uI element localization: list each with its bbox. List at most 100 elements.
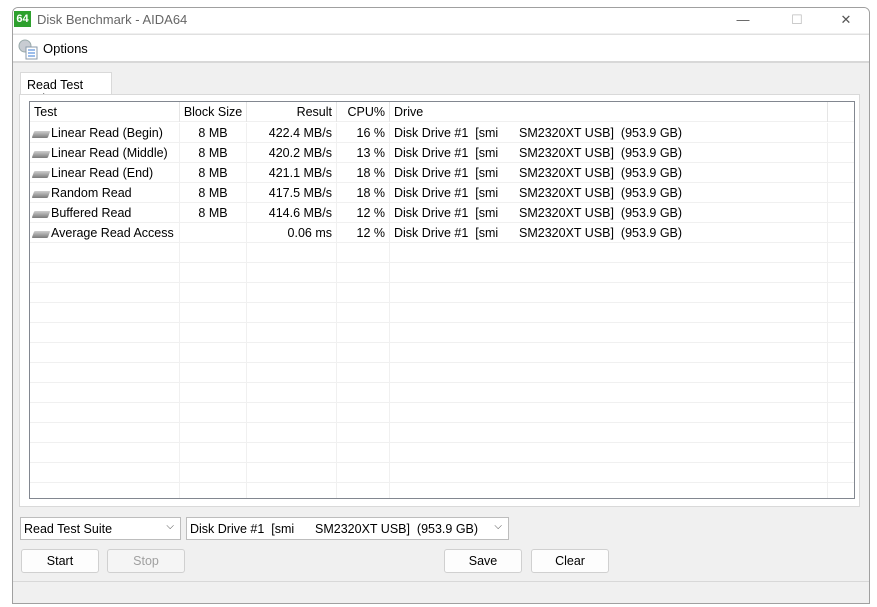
maximize-button[interactable]: ☐ bbox=[774, 8, 820, 33]
table-row[interactable]: Buffered Read 8 MB 414.6 MB/s 12 % Disk Driv… bbox=[30, 203, 854, 223]
table-row[interactable]: Linear Read (Middle) 8 MB 420.2 MB/s 13 % Di… bbox=[30, 143, 854, 163]
cell-block-size bbox=[180, 343, 247, 363]
options-gear-icon bbox=[18, 39, 38, 60]
cell-extra bbox=[828, 423, 854, 443]
table-row[interactable]: Average Read Access 0.06 ms 12 % Disk Drive… bbox=[30, 223, 854, 243]
drive-select[interactable]: Disk Drive #1 [smi SM2320XT USB] (953.9 … bbox=[186, 517, 509, 540]
cell-extra bbox=[828, 303, 854, 323]
drive-value: Disk Drive #1 [smi SM2320XT USB] (953.9 … bbox=[190, 522, 479, 536]
cell-extra bbox=[828, 203, 854, 223]
cell-cpu bbox=[337, 283, 390, 303]
cell-drive: Disk Drive #1 [smi SM2320XT USB] (953.9 … bbox=[390, 223, 828, 243]
cell-result bbox=[247, 483, 337, 498]
empty-row[interactable] bbox=[30, 343, 854, 363]
empty-row[interactable] bbox=[30, 283, 854, 303]
header-result[interactable]: Result bbox=[247, 102, 337, 122]
cell-result bbox=[247, 303, 337, 323]
empty-row[interactable] bbox=[30, 463, 854, 483]
header-cpu[interactable]: CPU% bbox=[337, 102, 390, 122]
empty-row[interactable] bbox=[30, 383, 854, 403]
tab-panel: Test Block Size Result CPU% Drive Linear Read… bbox=[19, 94, 860, 507]
empty-row[interactable] bbox=[30, 443, 854, 463]
empty-row[interactable] bbox=[30, 323, 854, 343]
cell-block-size bbox=[180, 383, 247, 403]
cell-block-size bbox=[180, 303, 247, 323]
header-test[interactable]: Test bbox=[30, 102, 180, 122]
test-name: Linear Read (End) bbox=[51, 166, 154, 180]
header-block-size[interactable]: Block Size bbox=[180, 102, 247, 122]
cell-block-size: 8 MB bbox=[180, 183, 247, 203]
cell-drive: Disk Drive #1 [smi SM2320XT USB] (953.9 … bbox=[390, 183, 828, 203]
cell-test bbox=[30, 383, 180, 403]
minimize-button[interactable]: — bbox=[720, 8, 766, 33]
cell-test bbox=[30, 243, 180, 263]
cell-cpu bbox=[337, 423, 390, 443]
test-name: Linear Read (Begin) bbox=[51, 126, 163, 140]
cell-cpu: 18 % bbox=[337, 183, 390, 203]
cell-test bbox=[30, 443, 180, 463]
cell-test bbox=[30, 303, 180, 323]
empty-row[interactable] bbox=[30, 423, 854, 443]
cell-drive bbox=[390, 383, 828, 403]
cell-result bbox=[247, 383, 337, 403]
cell-block-size bbox=[180, 243, 247, 263]
cell-drive bbox=[390, 283, 828, 303]
cell-extra bbox=[828, 363, 854, 383]
cell-drive: Disk Drive #1 [smi SM2320XT USB] (953.9 … bbox=[390, 163, 828, 183]
cell-extra bbox=[828, 143, 854, 163]
table-row[interactable]: Random Read 8 MB 417.5 MB/s 18 % Disk Drive … bbox=[30, 183, 854, 203]
cell-extra bbox=[828, 283, 854, 303]
empty-row[interactable] bbox=[30, 243, 854, 263]
empty-row[interactable] bbox=[30, 263, 854, 283]
cell-drive bbox=[390, 483, 828, 498]
cell-drive: Disk Drive #1 [smi SM2320XT USB] (953.9 … bbox=[390, 203, 828, 223]
cell-result bbox=[247, 423, 337, 443]
empty-row[interactable] bbox=[30, 483, 854, 498]
cell-result bbox=[247, 283, 337, 303]
cell-test: Linear Read (Middle) bbox=[30, 143, 180, 163]
cell-drive bbox=[390, 423, 828, 443]
empty-row[interactable] bbox=[30, 403, 854, 423]
cell-block-size bbox=[180, 403, 247, 423]
clear-button[interactable]: Clear bbox=[531, 549, 609, 573]
test-suite-select[interactable]: Read Test Suite ⌵ bbox=[20, 517, 181, 540]
header-extra[interactable] bbox=[828, 102, 854, 122]
cell-drive: Disk Drive #1 [smi SM2320XT USB] (953.9 … bbox=[390, 123, 828, 143]
cell-extra bbox=[828, 243, 854, 263]
cell-result: 422.4 MB/s bbox=[247, 123, 337, 143]
header-drive[interactable]: Drive bbox=[390, 102, 828, 122]
cell-test bbox=[30, 483, 180, 498]
cell-cpu: 12 % bbox=[337, 223, 390, 243]
tab-read-test-suite[interactable]: Read Test Suite bbox=[20, 72, 112, 106]
options-menu[interactable]: Options bbox=[43, 41, 88, 56]
disk-icon bbox=[31, 231, 51, 238]
cell-test: Average Read Access bbox=[30, 223, 180, 243]
cell-extra bbox=[828, 403, 854, 423]
disk-icon bbox=[31, 151, 51, 158]
cell-test: Linear Read (Begin) bbox=[30, 123, 180, 143]
cell-test bbox=[30, 403, 180, 423]
empty-row[interactable] bbox=[30, 303, 854, 323]
cell-extra bbox=[828, 443, 854, 463]
cell-drive bbox=[390, 323, 828, 343]
cell-extra bbox=[828, 463, 854, 483]
cell-cpu bbox=[337, 363, 390, 383]
cell-drive bbox=[390, 303, 828, 323]
empty-row[interactable] bbox=[30, 363, 854, 383]
cell-cpu bbox=[337, 483, 390, 498]
table-header[interactable]: Test Block Size Result CPU% Drive bbox=[30, 102, 854, 122]
close-button[interactable]: ✕ bbox=[823, 8, 869, 33]
test-name: Linear Read (Middle) bbox=[51, 146, 168, 160]
stop-button[interactable]: Stop bbox=[107, 549, 185, 573]
start-button[interactable]: Start bbox=[21, 549, 99, 573]
save-button[interactable]: Save bbox=[444, 549, 522, 573]
results-list[interactable]: Test Block Size Result CPU% Drive Linear Read… bbox=[29, 101, 855, 499]
table-row[interactable]: Linear Read (Begin) 8 MB 422.4 MB/s 16 % Dis… bbox=[30, 123, 854, 143]
cell-cpu bbox=[337, 263, 390, 283]
table-row[interactable]: Linear Read (End) 8 MB 421.1 MB/s 18 % Disk … bbox=[30, 163, 854, 183]
cell-drive bbox=[390, 463, 828, 483]
cell-block-size bbox=[180, 263, 247, 283]
disk-icon bbox=[31, 171, 51, 178]
cell-result bbox=[247, 443, 337, 463]
cell-test bbox=[30, 343, 180, 363]
